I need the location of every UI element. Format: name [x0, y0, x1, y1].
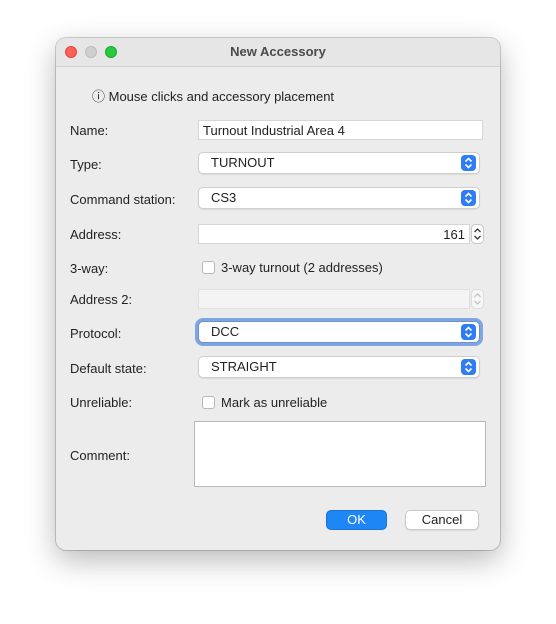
- updown-chevron-icon: [461, 359, 476, 375]
- address2-input[interactable]: [198, 289, 470, 309]
- unreliable-checkbox-label[interactable]: Mark as unreliable: [221, 395, 327, 410]
- unreliable-label: Unreliable:: [70, 395, 133, 410]
- name-input[interactable]: [198, 120, 483, 140]
- unreliable-checkbox[interactable]: [202, 396, 215, 409]
- new-accessory-dialog: New Accessory ⓘ Mouse clicks and accesso…: [56, 38, 500, 550]
- command-station-select-value: CS3: [211, 190, 237, 205]
- address-input[interactable]: [198, 224, 470, 244]
- window-title: New Accessory: [230, 44, 326, 59]
- address-stepper[interactable]: [471, 224, 484, 244]
- type-select-value: TURNOUT: [211, 155, 275, 170]
- command-station-select[interactable]: CS3: [198, 187, 480, 209]
- cancel-button[interactable]: Cancel: [405, 510, 479, 530]
- three-way-checkbox-label[interactable]: 3-way turnout (2 addresses): [221, 260, 383, 275]
- ok-button[interactable]: OK: [326, 510, 387, 530]
- protocol-select-value: DCC: [211, 324, 240, 339]
- default-state-select-value: STRAIGHT: [211, 359, 277, 374]
- address2-label: Address 2:: [70, 292, 133, 307]
- updown-chevron-icon: [461, 324, 476, 340]
- name-label: Name:: [70, 123, 109, 138]
- comment-label: Comment:: [70, 448, 130, 463]
- protocol-label: Protocol:: [70, 326, 122, 341]
- address-label: Address:: [70, 227, 122, 242]
- three-way-checkbox[interactable]: [202, 261, 215, 274]
- address2-stepper[interactable]: [471, 289, 484, 309]
- updown-chevron-icon: [461, 190, 476, 206]
- info-text: ⓘ Mouse clicks and accessory placement: [92, 89, 335, 104]
- command-station-label: Command station:: [70, 192, 176, 207]
- type-select[interactable]: TURNOUT: [198, 152, 480, 174]
- title-bar[interactable]: New Accessory: [56, 38, 500, 67]
- updown-chevron-icon: [461, 155, 476, 171]
- three-way-label: 3-way:: [70, 261, 109, 276]
- type-label: Type:: [70, 157, 102, 172]
- default-state-label: Default state:: [70, 361, 147, 376]
- protocol-select[interactable]: DCC: [198, 321, 480, 343]
- comment-textarea[interactable]: [194, 421, 486, 487]
- default-state-select[interactable]: STRAIGHT: [198, 356, 480, 378]
